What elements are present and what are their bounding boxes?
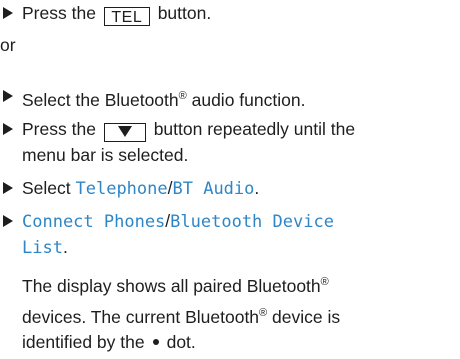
menu-item-connect-phones: Connect Phones	[22, 212, 166, 232]
step-text: Select the Bluetooth	[22, 90, 179, 110]
registered-mark: ®	[178, 90, 187, 102]
step-text-continued: menu bar is selected.	[22, 145, 189, 165]
desc-text: device is	[267, 307, 341, 327]
registered-mark: ®	[320, 276, 329, 288]
step-text: button repeatedly until the	[153, 119, 356, 139]
bullet-dot-icon	[152, 339, 159, 345]
step-text: button.	[157, 3, 212, 23]
description-line-3: identified by the dot.	[22, 331, 196, 353]
bullet-arrow-icon	[3, 118, 14, 140]
period: .	[62, 237, 68, 257]
or-label: or	[0, 35, 16, 55]
period: .	[254, 178, 260, 198]
step-text: Select	[22, 178, 76, 198]
step-connect-phones-continued: List.	[22, 236, 68, 258]
step-text: Press the	[22, 119, 96, 139]
desc-text: dot.	[166, 332, 196, 352]
bullet-arrow-icon	[3, 85, 14, 107]
menu-item-telephone: Telephone	[75, 179, 168, 199]
bullet-arrow-icon	[3, 177, 14, 199]
desc-text: devices. The current Bluetooth	[22, 307, 260, 327]
step-text: audio function.	[186, 90, 306, 110]
bullet-arrow-icon	[3, 2, 14, 24]
desc-text: identified by the	[22, 332, 145, 352]
down-button-key	[103, 123, 146, 142]
menu-item-bt-audio: BT Audio	[172, 179, 255, 199]
description-line-2: devices. The current Bluetooth® device i…	[22, 302, 341, 327]
bullet-arrow-icon	[3, 210, 14, 232]
menu-item-list: List	[22, 238, 63, 258]
description-line-1: The display shows all paired Bluetooth®	[22, 271, 329, 296]
desc-text: The display shows all paired Bluetooth	[22, 276, 321, 296]
registered-mark: ®	[259, 307, 268, 319]
menu-item-bluetooth-device-list: Bluetooth Device	[170, 212, 334, 232]
down-triangle-icon	[117, 126, 132, 137]
tel-button-key: TEL	[103, 7, 150, 26]
step-text: Press the	[22, 3, 96, 23]
